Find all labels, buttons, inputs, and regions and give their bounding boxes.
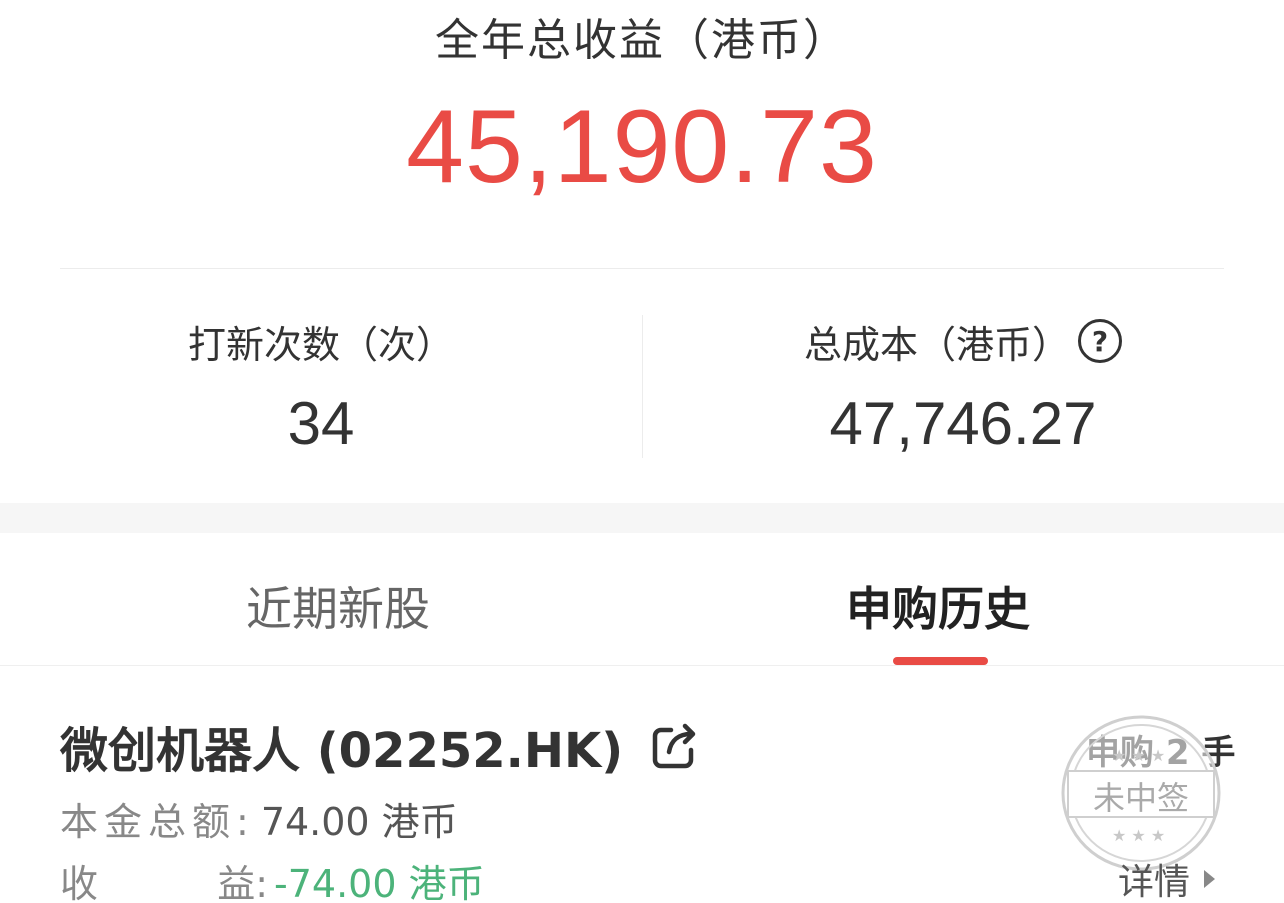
detail-link[interactable]: 详情	[1118, 853, 1216, 903]
ipo-count-value: 34	[287, 390, 355, 457]
svg-text:★ ★ ★: ★ ★ ★	[1112, 746, 1165, 765]
total-cost-label-row: 总成本（港币） ?	[642, 315, 1284, 367]
question-circle-icon[interactable]: ?	[1078, 319, 1122, 363]
stamp-text: 未中签	[1092, 779, 1189, 817]
stock-name: 微创机器人 (02252.HK)	[60, 723, 624, 779]
triangle-right-icon	[1204, 870, 1216, 888]
tab-bar: 近期新股 申购历史	[0, 533, 1284, 666]
record-title-row: 微创机器人 (02252.HK)	[60, 711, 701, 781]
ipo-count-label: 打新次数（次）	[187, 322, 454, 367]
subscription-record[interactable]: 微创机器人 (02252.HK) 本金总额: 74.00 港币 收 益: -74…	[0, 667, 1284, 903]
total-earnings-value: 45,190.73	[406, 89, 878, 205]
total-cost-stat: 总成本（港币） ? 47,746.27	[642, 315, 1284, 458]
principal-value: 74.00 港币	[260, 800, 458, 844]
svg-text:★ ★ ★: ★ ★ ★	[1112, 826, 1165, 845]
summary-divider	[60, 268, 1224, 269]
profit-row: 收 益: -74.00 港币	[60, 853, 485, 903]
section-gap	[0, 503, 1284, 533]
principal-row: 本金总额: 74.00 港币	[60, 791, 458, 846]
total-cost-value: 47,746.27	[829, 390, 1097, 457]
tab-subscription-history[interactable]: 申购历史	[846, 573, 1030, 639]
profit-value: -74.00 港币	[274, 862, 485, 903]
profit-label-part-b: 益:	[217, 862, 268, 903]
principal-label: 本金总额:	[60, 800, 255, 844]
ipo-count-stat: 打新次数（次） 34	[0, 315, 642, 458]
profit-label: 收 益:	[60, 853, 268, 903]
profit-label-part-a: 收	[60, 862, 99, 903]
detail-label: 详情	[1118, 862, 1191, 903]
share-icon[interactable]	[649, 720, 701, 772]
not-allotted-stamp: ★ ★ ★ ★ ★ ★ 未中签	[1060, 713, 1222, 873]
tab-recent-ipos[interactable]: 近期新股	[246, 573, 430, 639]
active-tab-indicator	[893, 657, 988, 665]
total-earnings-label: 全年总收益（港币）	[435, 15, 849, 66]
earnings-summary: 全年总收益（港币） 45,190.73 打新次数（次） 34 总成本（港币） ?…	[0, 0, 1284, 503]
total-cost-label: 总成本（港币）	[803, 322, 1070, 367]
